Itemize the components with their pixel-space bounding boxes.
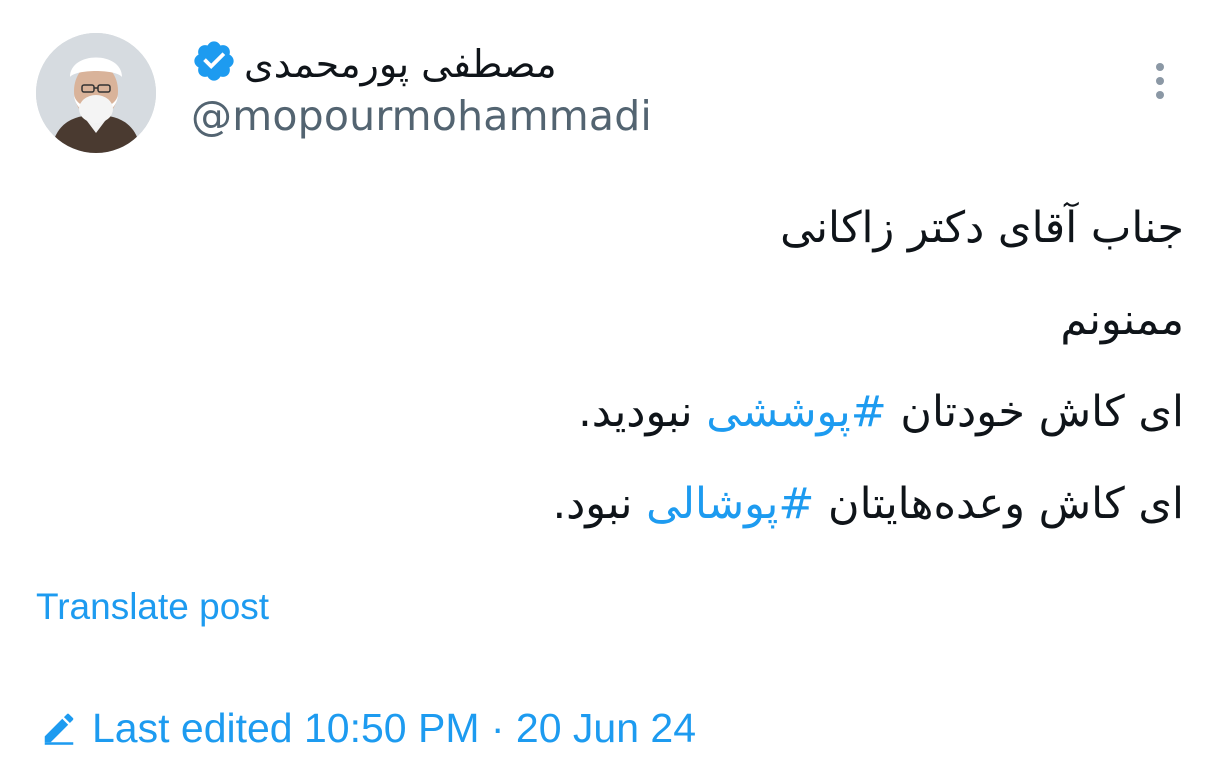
avatar[interactable]	[36, 33, 156, 153]
verified-badge-icon	[194, 41, 234, 81]
translate-post-link[interactable]: Translate post	[36, 580, 269, 634]
tweet-text-segment: ای کاش خودتان	[886, 387, 1184, 437]
display-name[interactable]: مصطفی پورمحمدی	[244, 36, 557, 92]
tweet-text-segment: ممنونم	[1060, 295, 1184, 345]
last-edited-link[interactable]: Last edited 10:50 PM · 20 Jun 24	[40, 698, 696, 758]
tweet-text-segment: نبودید.	[578, 387, 707, 437]
hashtag-link[interactable]: #پوشالی	[646, 479, 814, 529]
tweet-text-segment: جناب آقای دکتر زاکانی	[780, 203, 1184, 253]
tweet-line: ای کاش وعده‌هایتان #پوشالی نبود.	[300, 458, 1184, 550]
tweet-text-segment: ای کاش وعده‌هایتان	[814, 479, 1184, 529]
more-dot	[1156, 91, 1164, 99]
tweet-text: جناب آقای دکتر زاکانی ممنونم ای کاش خودتان…	[300, 182, 1184, 550]
tweet-line: جناب آقای دکتر زاکانی	[300, 182, 1184, 274]
tweet-text-segment: نبود.	[552, 479, 647, 529]
profile-photo-icon	[36, 33, 156, 153]
tweet-line: ای کاش خودتان #پوششی نبودید.	[300, 366, 1184, 458]
hashtag-link[interactable]: #پوششی	[706, 387, 886, 437]
more-dot	[1156, 63, 1164, 71]
pencil-icon	[44, 713, 74, 745]
author-handle[interactable]: @mopourmohammadi	[191, 88, 652, 144]
more-dot	[1156, 77, 1164, 85]
more-options-button[interactable]	[1140, 56, 1180, 106]
tweet-line: ممنونم	[300, 274, 1184, 366]
last-edited-label: Last edited 10:50 PM · 20 Jun 24	[92, 705, 697, 751]
